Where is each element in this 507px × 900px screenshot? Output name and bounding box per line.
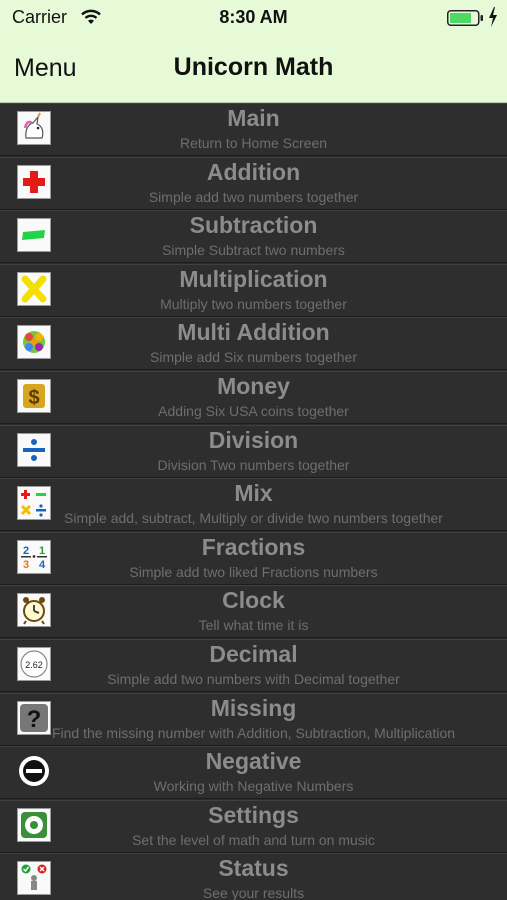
menu-item-multi-addition[interactable]: Multi Addition Simple add Six numbers to… — [0, 317, 507, 371]
menu-item-main[interactable]: Main Return to Home Screen — [0, 103, 507, 156]
menu-item-title: Multiplication — [179, 265, 328, 292]
menu-item-title: Division — [208, 426, 299, 453]
menu-item-title: Mix — [234, 480, 273, 507]
menu-item-title: Clock — [222, 587, 285, 614]
menu-item-title: Settings — [208, 801, 299, 828]
menu-item-title: Negative — [205, 748, 302, 775]
menu-item-subtitle: Multiply two numbers together — [160, 295, 347, 312]
charging-bolt-icon — [488, 7, 498, 32]
menu-item-missing[interactable]: ? Missing Find the missing number with A… — [0, 692, 507, 746]
status-bar: Carrier 8:30 AM — [0, 0, 507, 36]
menu-item-clock[interactable]: Clock Tell what time it is — [0, 585, 507, 639]
menu-item-status[interactable]: Status See your results — [0, 853, 507, 900]
menu-item-money[interactable]: $ Money Adding Six USA coins together — [0, 371, 507, 424]
menu-item-subtitle: Simple add, subtract, Multiply or divide… — [64, 510, 443, 527]
menu-item-fractions[interactable]: 2 3 1 4 Fractions Simple add two liked F… — [0, 531, 507, 585]
menu-item-subtitle: Working with Negative Numbers — [153, 778, 354, 795]
menu-item-subtitle: Simple add two numbers together — [148, 188, 359, 205]
menu-item-title: Decimal — [209, 641, 298, 667]
menu-item-negative[interactable]: Negative Working with Negative Numbers — [0, 746, 507, 800]
menu-item-title: Money — [217, 373, 290, 399]
menu-item-subtitle: Adding Six USA coins together — [158, 403, 349, 419]
menu-item-title: Subtraction — [189, 212, 318, 239]
menu-item-title: Missing — [210, 694, 297, 721]
menu-item-addition[interactable]: Addition Simple add two numbers together — [0, 156, 507, 210]
menu-item-subtitle: Simple add Six numbers together — [150, 349, 357, 366]
menu-item-multiplication[interactable]: Multiplication Multiply two numbers toge… — [0, 263, 507, 317]
nav-bar: Menu Unicorn Math — [0, 36, 507, 103]
menu-item-subtitle: See your results — [202, 885, 305, 900]
menu-item-mix[interactable]: Mix Simple add, subtract, Multiply or di… — [0, 478, 507, 532]
menu-item-title: Multi Addition — [177, 319, 330, 346]
battery-icon — [447, 10, 485, 31]
menu-item-subtitle: Simple add two liked Fractions numbers — [129, 563, 378, 580]
page-title: Unicorn Math — [173, 53, 334, 81]
menu-item-title: Status — [218, 855, 289, 882]
menu-item-title: Addition — [206, 158, 301, 185]
menu-item-subtitle: Tell what time it is — [198, 617, 309, 634]
menu-item-subtitle: Division Two numbers together — [157, 456, 350, 473]
app-screen: Carrier 8:30 AM Menu Unicorn Math Main R… — [0, 0, 507, 900]
menu-item-title: Fractions — [201, 533, 306, 560]
menu-item-decimal[interactable]: 2.62 Decimal Simple add two numbers with… — [0, 639, 507, 692]
menu-item-subtitle: Return to Home Screen — [179, 135, 328, 151]
status-time: 8:30 AM — [219, 7, 288, 27]
menu-item-subtitle: Set the level of math and turn on music — [132, 831, 375, 848]
menu-item-division[interactable]: Division Division Two numbers together — [0, 424, 507, 478]
menu-item-subtitle: Simple Subtract two numbers — [162, 242, 345, 259]
menu-item-subtitle: Find the missing number with Addition, S… — [51, 724, 456, 741]
menu-item-subtitle: Simple add two numbers with Decimal toge… — [107, 671, 400, 687]
menu-item-subtraction[interactable]: Subtraction Simple Subtract two numbers — [0, 210, 507, 264]
menu-item-title: Main — [227, 105, 280, 131]
menu-item-settings[interactable]: Settings Set the level of math and turn … — [0, 799, 507, 853]
